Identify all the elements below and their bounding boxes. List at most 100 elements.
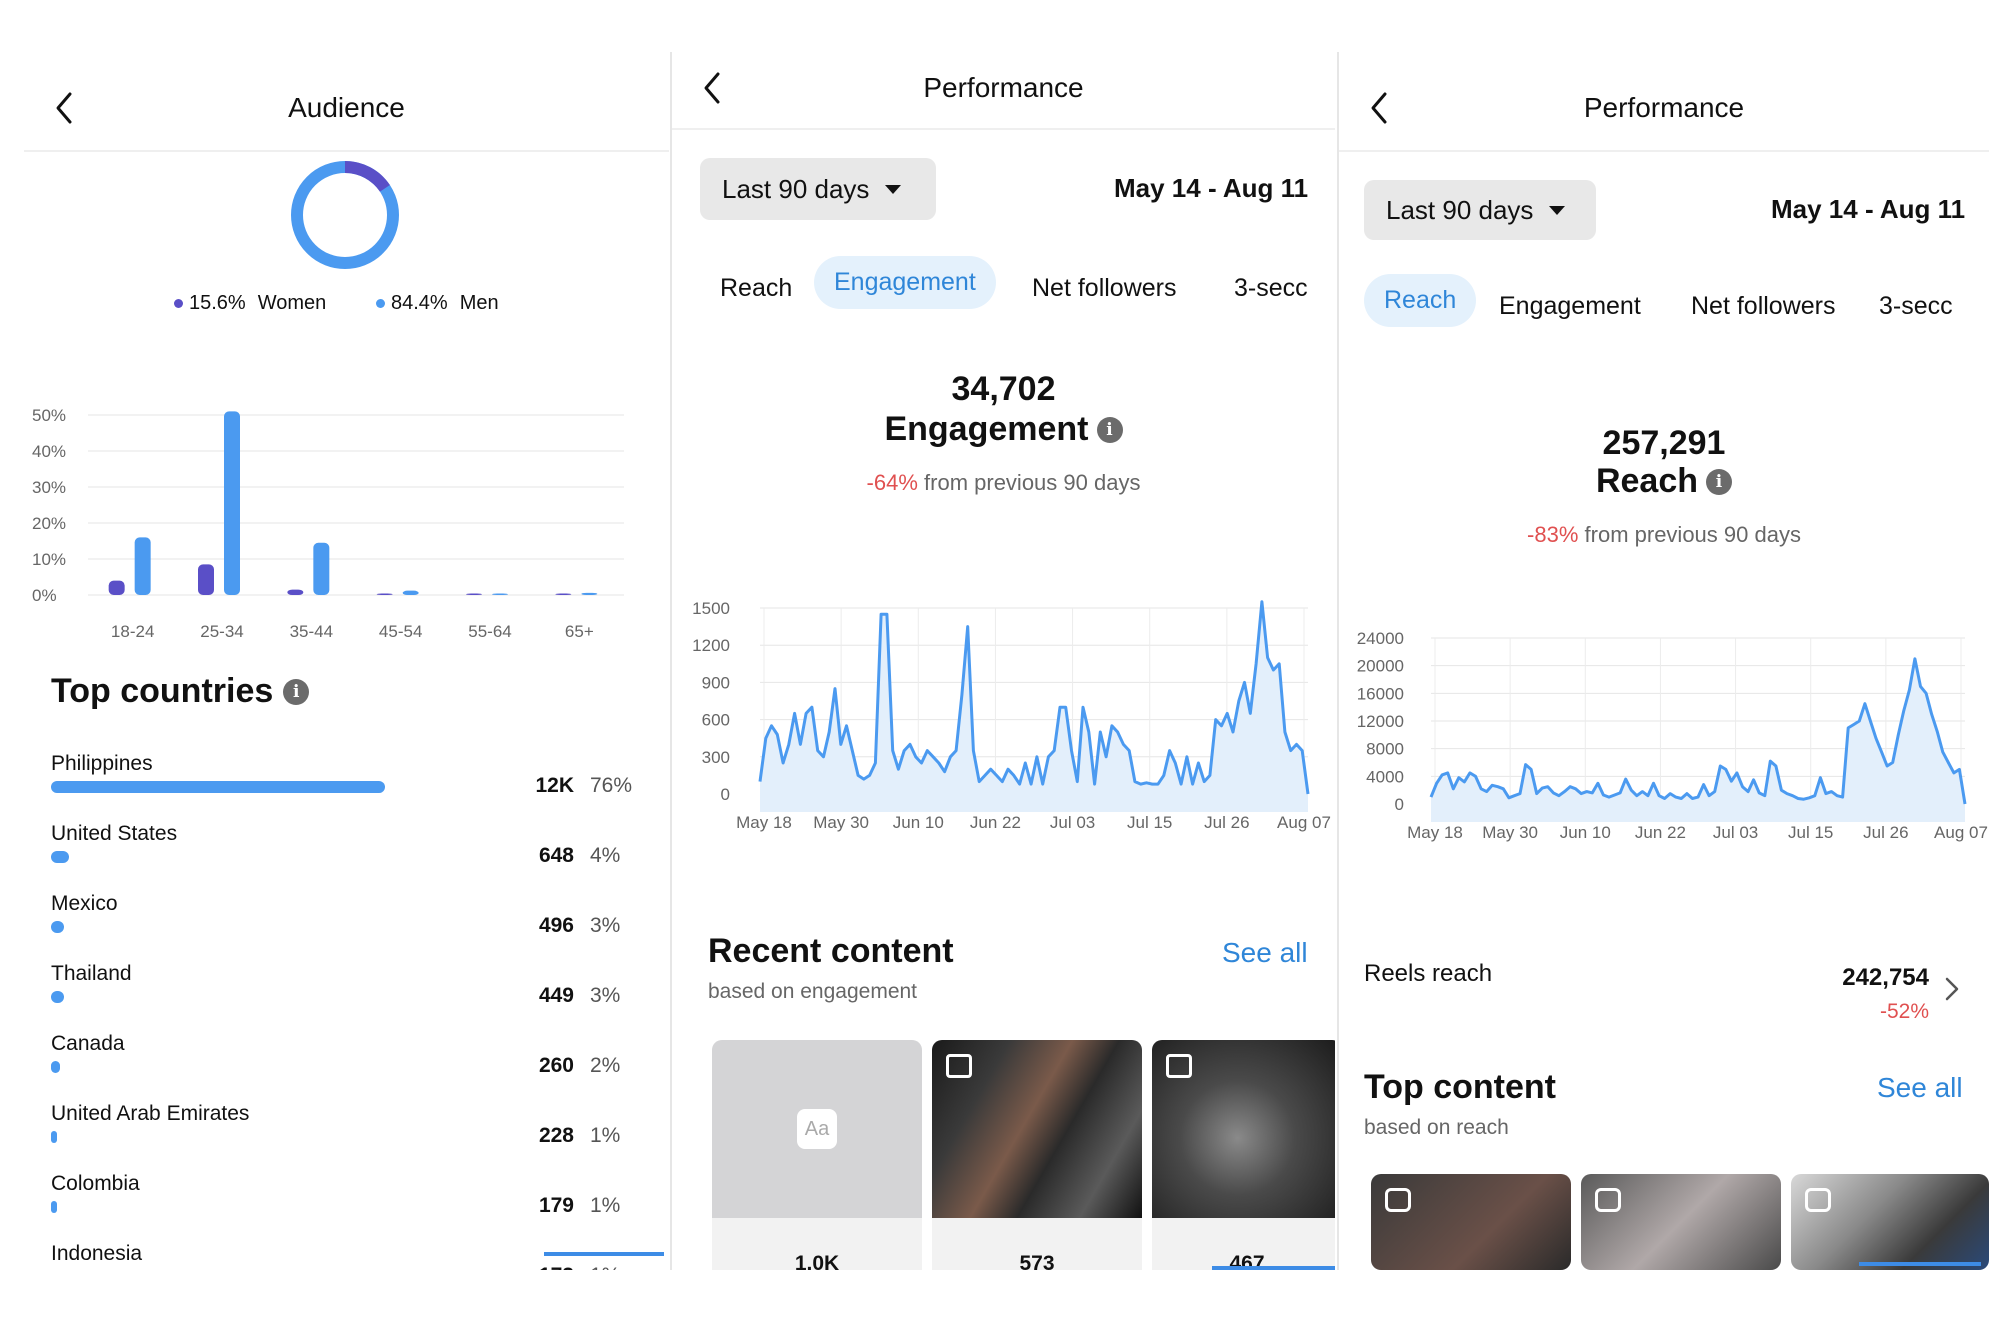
country-bar (51, 781, 386, 793)
men-label: Men (459, 292, 499, 314)
scroll-indicator (1859, 1262, 1981, 1266)
reel-icon (1805, 1188, 1831, 1212)
metric-label: Reach (1595, 462, 1699, 500)
reels-reach-label: Reels reach (1364, 960, 1493, 987)
info-icon[interactable]: i (283, 678, 310, 705)
x-tick-label: Jul 15 (1788, 823, 1833, 842)
content-thumbnail[interactable]: Aa 1.0K (712, 1040, 922, 1270)
country-pct: 4% (590, 844, 621, 867)
country-pct: 1% (590, 1194, 621, 1217)
tab-reach[interactable]: Reach (720, 274, 792, 303)
bar-women (376, 593, 393, 595)
audience-panel: Audience 15.6% Women 84.4% Men 50% 40% 30%… (24, 52, 669, 1270)
y-tick-label: 24000 (1357, 629, 1404, 648)
x-tick-label: Jul 03 (1050, 813, 1095, 832)
y-tick-label: 0% (32, 586, 57, 605)
info-icon[interactable]: i (1096, 416, 1123, 443)
country-value: 179 (538, 1194, 574, 1217)
reel-thumbnail[interactable] (1371, 1174, 1571, 1270)
tab-engagement[interactable]: Engagement (814, 256, 996, 309)
country-value: 449 (538, 984, 574, 1007)
tab-reach[interactable]: Reach (1364, 274, 1477, 327)
y-tick-label: 300 (702, 748, 730, 767)
x-tick-label: Jul 03 (1713, 823, 1758, 842)
engagement-line-chart: 1500 1200 900 600 300 0 May 18 May 30 Jun 10 Jun … (692, 599, 1331, 832)
y-tick-label: 12000 (1357, 712, 1404, 731)
text-post-icon: Aa (797, 1109, 837, 1149)
see-all-link[interactable]: See all (1877, 1072, 1963, 1104)
tab-net-followers[interactable]: Net followers (1032, 274, 1177, 303)
bar-men (402, 590, 419, 595)
tab-3-sec-views[interactable]: 3-secc (1879, 292, 1953, 321)
gender-donut (291, 161, 399, 269)
content-thumbnail[interactable]: 573 (932, 1040, 1142, 1270)
x-tick-label: Jul 26 (1204, 813, 1249, 832)
x-tick-label: May 30 (813, 813, 869, 832)
y-tick-label: 0 (1395, 795, 1404, 814)
content-thumbnail[interactable]: 467 (1152, 1040, 1335, 1270)
country-name: Thailand (51, 962, 132, 985)
engagement-delta: -64% from previous 90 days (672, 470, 1335, 496)
country-pct: 3% (590, 914, 621, 937)
caret-down-icon (1549, 205, 1566, 215)
y-tick-label: 16000 (1357, 684, 1404, 703)
y-tick-label: 30% (32, 478, 66, 497)
y-tick-label: 20% (32, 514, 66, 533)
x-tick-label: 35-44 (290, 622, 333, 641)
reel-thumbnail[interactable] (1791, 1174, 1989, 1270)
y-tick-label: 10% (32, 550, 66, 569)
bar-women (287, 589, 304, 595)
bar-men (492, 593, 508, 595)
country-value: 12K (535, 774, 574, 797)
y-tick-label: 40% (32, 442, 66, 461)
reel-thumbnail[interactable] (1581, 1174, 1781, 1270)
legend-women: 15.6% Women (174, 292, 326, 315)
y-tick-label: 8000 (1366, 740, 1404, 759)
country-bar (51, 1061, 60, 1073)
tab-3-sec-views[interactable]: 3-secc (1234, 274, 1308, 303)
country-pct: 2% (590, 1054, 621, 1077)
country-value: 496 (538, 914, 574, 937)
scroll-indicator (1212, 1266, 1335, 1270)
engagement-value: 34,702 (951, 370, 1056, 408)
legend-men: 84.4% Men (376, 292, 499, 315)
delta-value: -64% (866, 470, 918, 495)
thumb-value: 573 (1019, 1252, 1055, 1270)
legend-dot-women (174, 299, 183, 308)
date-range-dropdown[interactable]: Last 90 days (700, 158, 936, 220)
caret-down-icon (885, 184, 902, 194)
x-tick-label: May 30 (1482, 823, 1538, 842)
bar-men (313, 542, 330, 595)
series-area (760, 601, 1308, 812)
x-tick-label: Jun 10 (893, 813, 944, 832)
tab-net-followers[interactable]: Net followers (1691, 292, 1836, 321)
top-content-subtitle: based on reach (1364, 1116, 1509, 1139)
range-label: Last 90 days (722, 173, 870, 204)
country-bar (51, 921, 65, 933)
reel-icon (1385, 1188, 1411, 1212)
reach-metric: Reach i (1339, 462, 1989, 501)
chevron-right-icon[interactable] (1944, 976, 1960, 1002)
info-icon[interactable]: i (1706, 468, 1733, 495)
x-tick-label: Jun 22 (1635, 823, 1686, 842)
header-divider (1339, 150, 1989, 152)
bar-women (108, 580, 125, 595)
photo-carousel-icon (946, 1054, 972, 1078)
country-pct: 1% (590, 1124, 621, 1147)
date-range-dropdown[interactable]: Last 90 days (1364, 180, 1596, 240)
legend-dot-men (376, 299, 385, 308)
country-name: Canada (51, 1032, 125, 1055)
country-pct: 3% (590, 984, 621, 1007)
top-countries-title: Top countries (51, 672, 274, 710)
date-range: May 14 - Aug 11 (1114, 173, 1309, 203)
y-tick-label: 50% (32, 406, 66, 425)
country-bar (51, 991, 65, 1003)
tab-engagement[interactable]: Engagement (1499, 292, 1641, 321)
recent-content-subtitle: based on engagement (708, 980, 918, 1003)
x-tick-label: Aug 07 (1934, 823, 1988, 842)
top-content-title: Top content (1364, 1068, 1556, 1106)
top-countries-heading: Top countries i (51, 672, 310, 711)
see-all-link[interactable]: See all (1222, 937, 1308, 969)
x-tick-label: 55-64 (468, 622, 511, 641)
country-bar (51, 851, 69, 863)
